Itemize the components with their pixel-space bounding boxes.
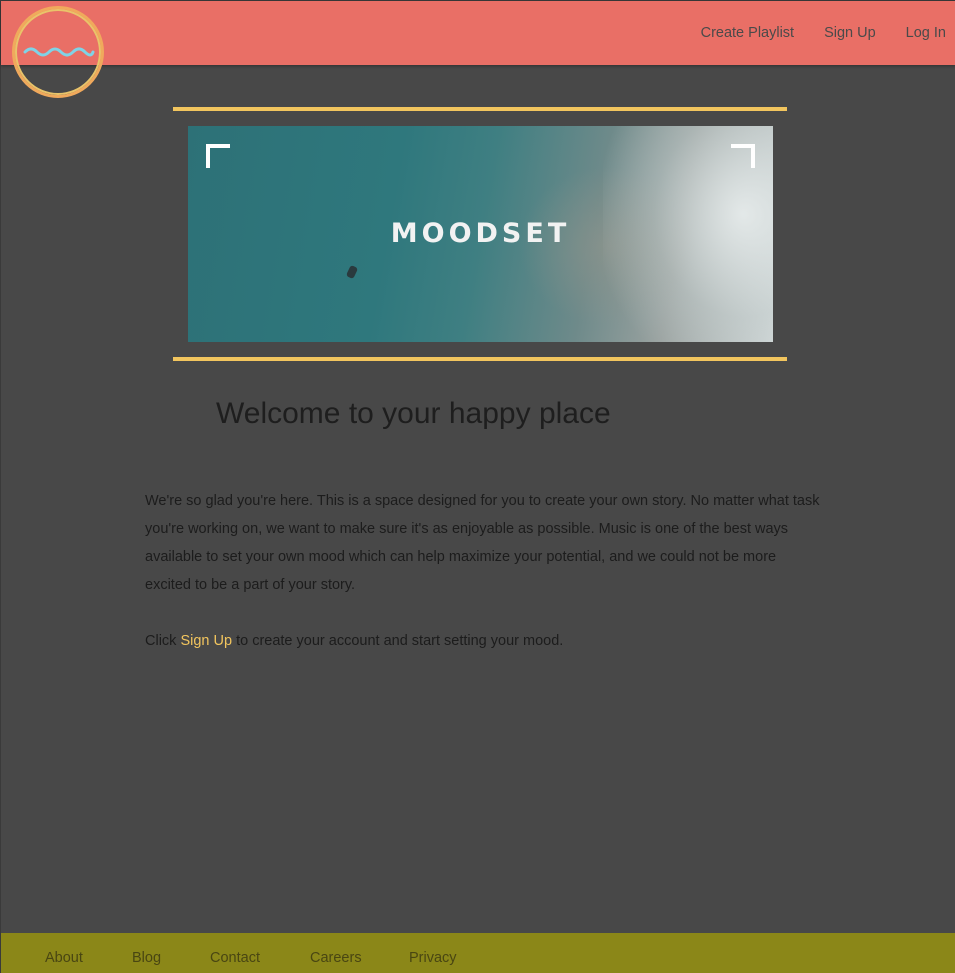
page: Create Playlist Sign Up Log In MOODSET W… (0, 0, 955, 973)
brand-title: MOODSET (390, 218, 571, 249)
nav-sign-up[interactable]: Sign Up (824, 25, 876, 41)
wave-icon (23, 47, 95, 57)
footer: About Blog Contact Careers Privacy (1, 933, 955, 973)
signup-prompt: Click Sign Up to create your account and… (145, 627, 563, 655)
corner-bracket-icon (206, 144, 230, 168)
nav-create-playlist[interactable]: Create Playlist (701, 25, 794, 41)
banner-top-rule (173, 107, 787, 111)
cta-suffix: to create your account and start setting… (232, 633, 564, 649)
logo[interactable] (12, 6, 104, 98)
hero-banner: MOODSET (188, 126, 773, 342)
footer-careers-link[interactable]: Careers (310, 950, 362, 966)
cta-prefix: Click (145, 633, 181, 649)
footer-about-link[interactable]: About (45, 950, 83, 966)
top-header: Create Playlist Sign Up Log In (1, 1, 955, 65)
nav-log-in[interactable]: Log In (906, 25, 946, 41)
main-nav: Create Playlist Sign Up Log In (701, 1, 955, 65)
footer-contact-link[interactable]: Contact (210, 950, 260, 966)
page-title: Welcome to your happy place (216, 397, 611, 430)
footer-blog-link[interactable]: Blog (132, 950, 161, 966)
swimmer-figure (345, 264, 359, 280)
corner-bracket-icon (731, 144, 755, 168)
footer-privacy-link[interactable]: Privacy (409, 950, 457, 966)
intro-paragraph: We're so glad you're here. This is a spa… (145, 493, 820, 593)
signup-link[interactable]: Sign Up (180, 633, 232, 649)
banner-bottom-rule (173, 357, 787, 361)
